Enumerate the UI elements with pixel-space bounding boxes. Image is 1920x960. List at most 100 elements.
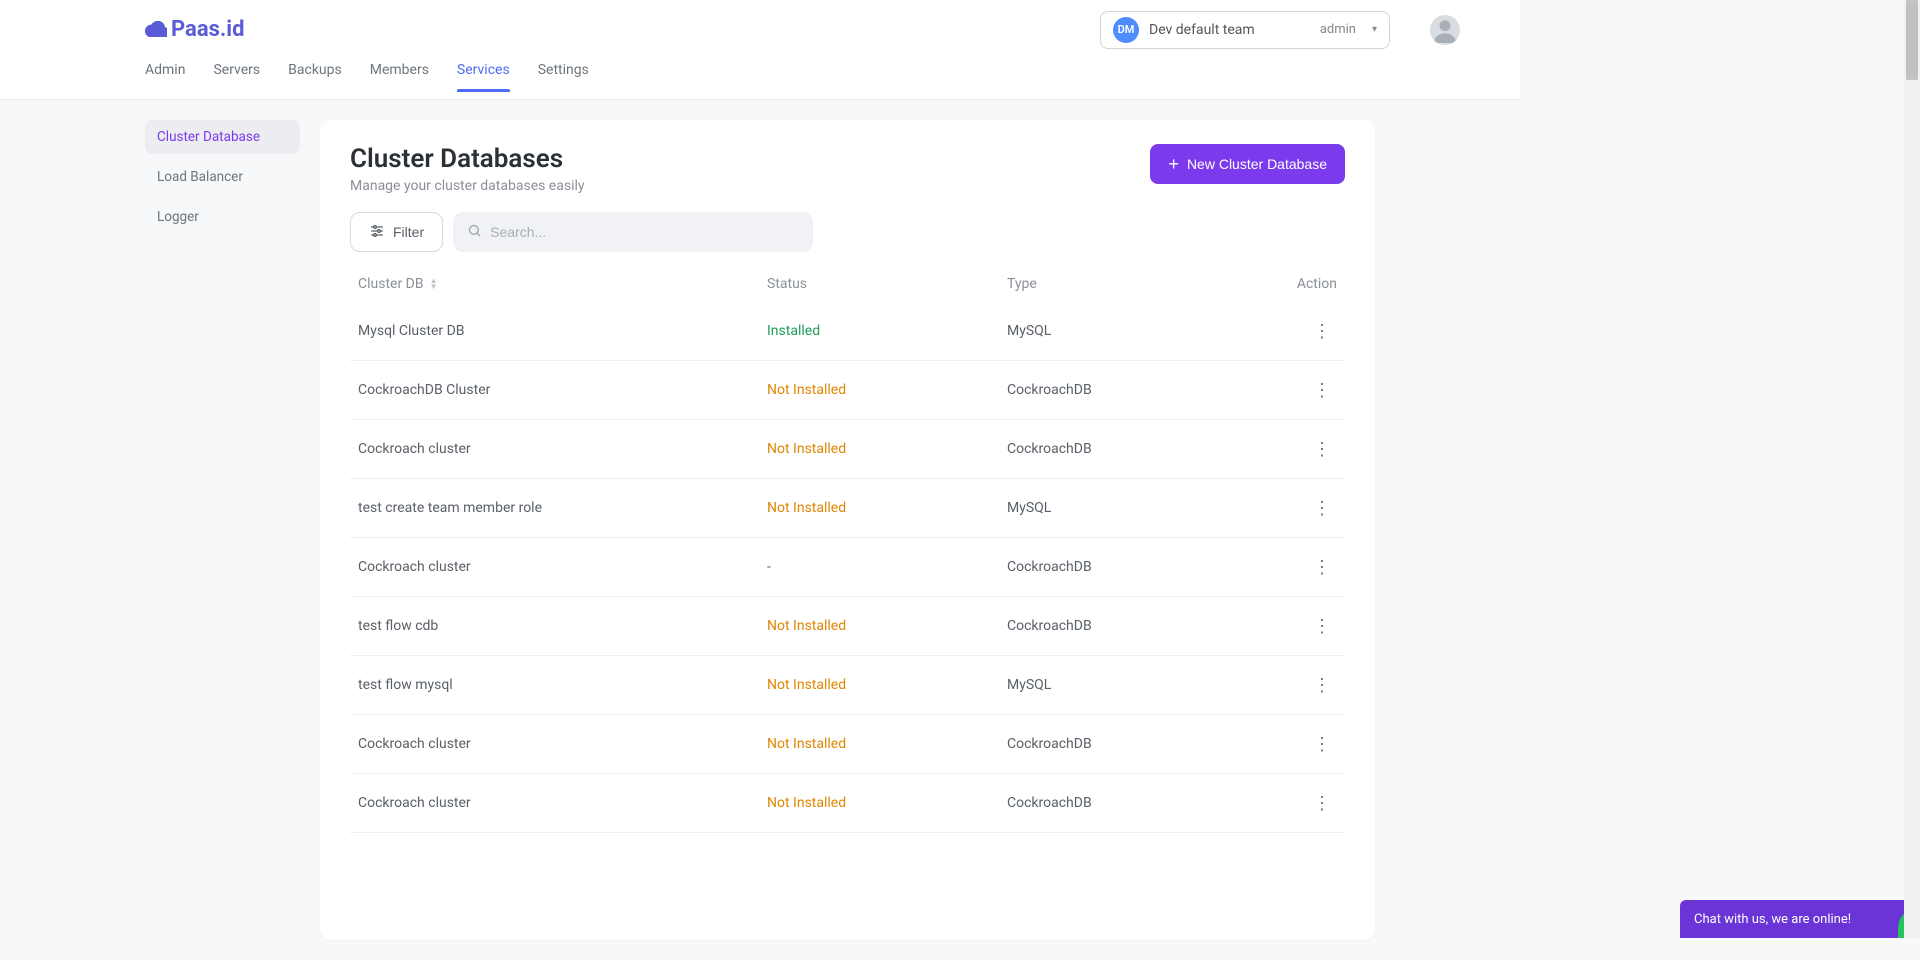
cell-name: test flow cdb [358, 618, 767, 634]
nav-item-services[interactable]: Services [457, 60, 510, 91]
team-avatar: DM [1113, 17, 1139, 43]
cell-action: ⋮ [1267, 733, 1337, 755]
table-row[interactable]: test create team member roleNot Installe… [350, 479, 1345, 538]
cell-name: Mysql Cluster DB [358, 323, 767, 339]
cell-type: CockroachDB [1007, 618, 1267, 634]
cell-type: MySQL [1007, 500, 1267, 516]
cell-type: CockroachDB [1007, 441, 1267, 457]
row-actions-button[interactable]: ⋮ [1307, 379, 1337, 401]
row-actions-button[interactable]: ⋮ [1307, 320, 1337, 342]
team-selector[interactable]: DM Dev default team admin ▾ [1100, 11, 1390, 49]
cell-action: ⋮ [1267, 556, 1337, 578]
cell-type: CockroachDB [1007, 736, 1267, 752]
cell-status: Not Installed [767, 795, 1007, 811]
cell-type: MySQL [1007, 677, 1267, 693]
cell-name: Cockroach cluster [358, 736, 767, 752]
row-actions-button[interactable]: ⋮ [1307, 438, 1337, 460]
row-actions-button[interactable]: ⋮ [1307, 497, 1337, 519]
row-actions-button[interactable]: ⋮ [1307, 733, 1337, 755]
cell-action: ⋮ [1267, 320, 1337, 342]
cell-action: ⋮ [1267, 379, 1337, 401]
row-actions-button[interactable]: ⋮ [1307, 674, 1337, 696]
cluster-table: Cluster DB ▲▼ Status Type Action Mysql C… [350, 266, 1345, 833]
chevron-down-icon: ▾ [1372, 24, 1377, 35]
cell-status: Not Installed [767, 736, 1007, 752]
cell-status: Installed [767, 323, 1007, 339]
cell-type: CockroachDB [1007, 559, 1267, 575]
row-actions-button[interactable]: ⋮ [1307, 556, 1337, 578]
scrollbar-thumb[interactable] [1906, 0, 1918, 80]
table-row[interactable]: Cockroach clusterNot InstalledCockroachD… [350, 715, 1345, 774]
page-title: Cluster Databases [350, 144, 585, 174]
cell-action: ⋮ [1267, 438, 1337, 460]
filter-label: Filter [393, 224, 424, 240]
cell-status: Not Installed [767, 382, 1007, 398]
col-status: Status [767, 276, 1007, 292]
sliders-icon [369, 223, 385, 242]
cell-type: MySQL [1007, 323, 1267, 339]
row-actions-button[interactable]: ⋮ [1307, 792, 1337, 814]
col-type: Type [1007, 276, 1267, 292]
sidebar-item-logger[interactable]: Logger [145, 200, 300, 234]
table-row[interactable]: Cockroach clusterNot InstalledCockroachD… [350, 774, 1345, 833]
table-row[interactable]: test flow mysqlNot InstalledMySQL ⋮ [350, 656, 1345, 715]
col-cluster[interactable]: Cluster DB [358, 276, 424, 292]
scrollbar[interactable] [1904, 0, 1920, 938]
sidebar-item-load-balancer[interactable]: Load Balancer [145, 160, 300, 194]
cell-status: Not Installed [767, 618, 1007, 634]
nav-item-servers[interactable]: Servers [213, 60, 260, 91]
chat-text: Chat with us, we are online! [1694, 912, 1851, 927]
nav-item-admin[interactable]: Admin [145, 60, 185, 91]
top-bar: Paas.id DM Dev default team admin ▾ [0, 0, 1520, 60]
cell-type: CockroachDB [1007, 795, 1267, 811]
table-row[interactable]: CockroachDB ClusterNot InstalledCockroac… [350, 361, 1345, 420]
new-cluster-button[interactable]: + New Cluster Database [1150, 144, 1345, 184]
cell-status: Not Installed [767, 677, 1007, 693]
main-nav: Admin Servers Backups Members Services Settin… [0, 60, 1520, 100]
nav-item-backups[interactable]: Backups [288, 60, 342, 91]
table-row[interactable]: test flow cdbNot InstalledCockroachDB ⋮ [350, 597, 1345, 656]
cell-action: ⋮ [1267, 615, 1337, 637]
filter-button[interactable]: Filter [350, 212, 443, 252]
nav-item-settings[interactable]: Settings [538, 60, 589, 91]
cell-action: ⋮ [1267, 497, 1337, 519]
content: Cluster Database Load Balancer Logger Clus… [0, 100, 1520, 960]
user-icon [1432, 17, 1458, 43]
plus-icon: + [1168, 155, 1179, 173]
cell-name: Cockroach cluster [358, 559, 767, 575]
logo[interactable]: Paas.id [145, 17, 245, 42]
cell-name: test create team member role [358, 500, 767, 516]
sidebar-item-cluster-database[interactable]: Cluster Database [145, 120, 300, 154]
table-row[interactable]: Cockroach clusterNot InstalledCockroachD… [350, 420, 1345, 479]
cell-action: ⋮ [1267, 792, 1337, 814]
chat-widget[interactable]: Chat with us, we are online! [1680, 900, 1910, 938]
main-panel: Cluster Databases Manage your cluster da… [320, 120, 1375, 940]
cell-name: Cockroach cluster [358, 795, 767, 811]
sidebar: Cluster Database Load Balancer Logger [145, 120, 300, 940]
cloud-icon [145, 21, 167, 39]
search-icon [467, 223, 482, 242]
cell-action: ⋮ [1267, 674, 1337, 696]
cell-status: Not Installed [767, 441, 1007, 457]
team-name: Dev default team [1149, 22, 1310, 38]
search-wrap [453, 212, 813, 252]
col-action: Action [1267, 276, 1337, 292]
nav-item-members[interactable]: Members [370, 60, 429, 91]
team-role: admin [1320, 22, 1356, 37]
new-cluster-label: New Cluster Database [1187, 156, 1327, 172]
user-avatar[interactable] [1430, 15, 1460, 45]
table-row[interactable]: Mysql Cluster DBInstalledMySQL ⋮ [350, 302, 1345, 361]
search-input[interactable] [490, 224, 799, 240]
cell-status: - [767, 559, 1007, 575]
cell-name: Cockroach cluster [358, 441, 767, 457]
sort-icon[interactable]: ▲▼ [430, 278, 438, 290]
table-row[interactable]: Cockroach cluster-CockroachDB ⋮ [350, 538, 1345, 597]
page-subtitle: Manage your cluster databases easily [350, 178, 585, 194]
row-actions-button[interactable]: ⋮ [1307, 615, 1337, 637]
cell-name: test flow mysql [358, 677, 767, 693]
table-header: Cluster DB ▲▼ Status Type Action [350, 266, 1345, 302]
cell-name: CockroachDB Cluster [358, 382, 767, 398]
cell-status: Not Installed [767, 500, 1007, 516]
brand-text: Paas.id [171, 17, 245, 42]
cell-type: CockroachDB [1007, 382, 1267, 398]
